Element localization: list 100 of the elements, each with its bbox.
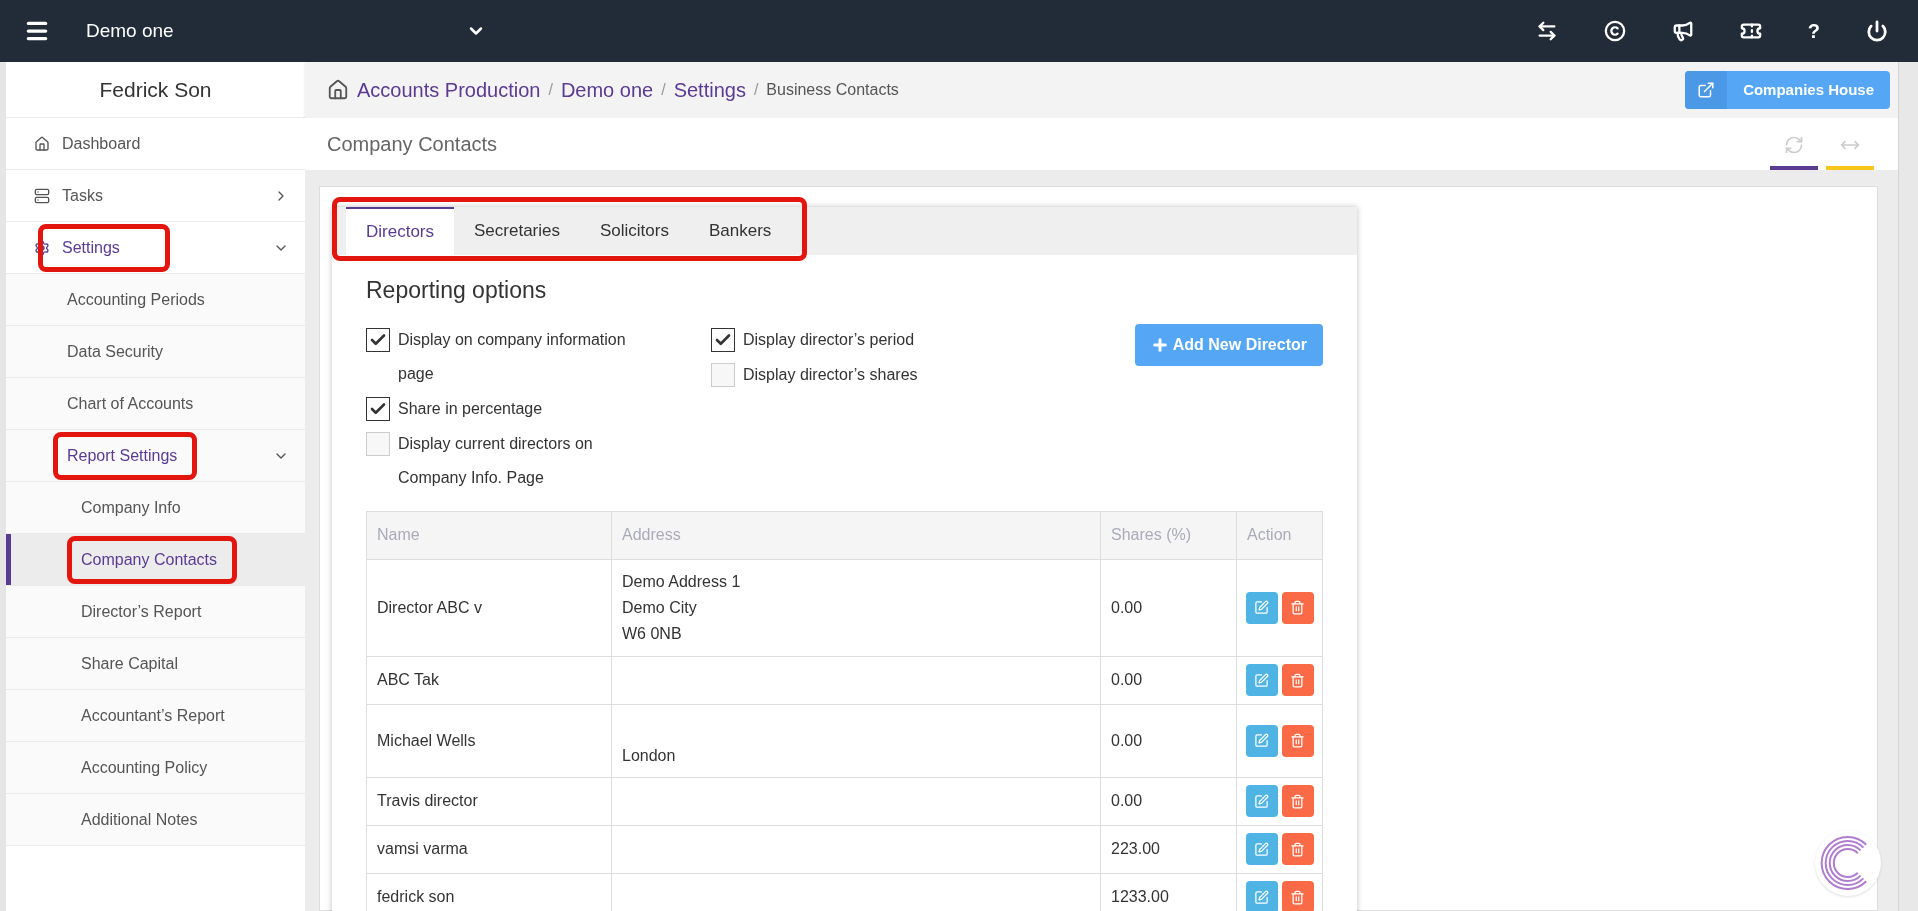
home-icon[interactable]: [327, 79, 349, 101]
home-icon: [34, 135, 50, 152]
breadcrumb-separator: /: [548, 80, 553, 100]
refresh-icon[interactable]: [1784, 135, 1804, 155]
trash-icon: [1290, 672, 1305, 688]
sidebar-label: Chart of Accounts: [67, 394, 194, 412]
sidebar-item[interactable]: Settings: [6, 222, 305, 274]
sidebar-item[interactable]: Additional Notes: [6, 794, 305, 846]
sidebar-label: Share Capital: [81, 654, 178, 672]
table-cell: fedrick son: [366, 873, 612, 911]
external-link-icon: [1697, 81, 1716, 99]
scrollbar[interactable]: [1898, 62, 1918, 911]
checkbox[interactable]: [711, 327, 735, 352]
gear-icon: [34, 239, 50, 256]
breadcrumb-link[interactable]: Accounts Production: [357, 75, 541, 105]
plus-icon: [1150, 335, 1169, 354]
sidebar-item[interactable]: Data Security: [6, 326, 305, 378]
sidebar-label: Company Info: [81, 498, 181, 516]
edit-icon: [1254, 672, 1269, 688]
breadcrumb-separator: /: [661, 80, 666, 100]
table-cell: ABC Tak: [366, 656, 612, 704]
table-cell: 0.00: [1100, 704, 1237, 777]
option-label: Share in percentage: [398, 398, 543, 419]
sidebar-label: Additional Notes: [81, 810, 198, 828]
table-cell: Travis director: [366, 777, 612, 825]
sidebar-item[interactable]: Company Contacts: [6, 534, 305, 586]
company-dropdown[interactable]: Demo one: [86, 16, 486, 46]
sidebar-label: Report Settings: [67, 446, 178, 464]
server-icon: [34, 187, 50, 204]
trash-icon: [1290, 841, 1305, 857]
sidebar-item[interactable]: Share Capital: [6, 638, 305, 690]
edit-button[interactable]: [1245, 785, 1278, 817]
sidebar-label: Data Security: [67, 342, 164, 360]
ticket-icon[interactable]: [1739, 20, 1762, 42]
edit-icon: [1254, 889, 1269, 905]
column-header: Name: [366, 511, 612, 559]
tab[interactable]: Directors: [346, 207, 454, 255]
sidebar-label: Accountant’s Report: [81, 706, 225, 724]
table-cell: 0.00: [1100, 656, 1237, 704]
sidebar-label: Director’s Report: [81, 602, 202, 620]
megaphone-icon[interactable]: [1671, 20, 1694, 42]
table-cell: 223.00: [1100, 825, 1237, 873]
option-label: Display director’s period: [743, 329, 915, 350]
table-cell: 0.00: [1100, 559, 1237, 656]
breadcrumb-link[interactable]: Settings: [673, 75, 746, 105]
page-title: Company Contacts: [327, 132, 498, 157]
delete-button[interactable]: [1281, 881, 1314, 911]
edit-icon: [1254, 793, 1269, 809]
edit-button[interactable]: [1245, 881, 1278, 911]
sidebar-label: Settings: [62, 238, 120, 256]
edit-button[interactable]: [1245, 724, 1278, 757]
trash-icon: [1290, 793, 1305, 809]
edit-icon: [1254, 841, 1269, 857]
trash-icon: [1290, 733, 1305, 748]
breadcrumb-link[interactable]: Demo one: [560, 75, 654, 105]
edit-button[interactable]: [1245, 664, 1278, 696]
table-cell: vamsi varma: [366, 825, 612, 873]
option-label: Display current directors on Company Info. Page: [398, 433, 594, 488]
active-indicator: [6, 534, 11, 585]
copyright-icon[interactable]: [1603, 20, 1626, 42]
sidebar-label: Company Contacts: [81, 550, 218, 568]
sidebar-label: Dashboard: [62, 134, 141, 152]
table-cell: 0.00: [1100, 777, 1237, 825]
column-header: Action: [1236, 511, 1323, 559]
help-button[interactable]: ?: [1807, 16, 1820, 46]
sidebar-label: Tasks: [62, 186, 103, 204]
checkbox[interactable]: [366, 327, 390, 352]
delete-button[interactable]: [1281, 724, 1314, 757]
delete-button[interactable]: [1281, 785, 1314, 817]
sidebar-item[interactable]: Accountant’s Report: [6, 690, 305, 742]
sidebar-item[interactable]: Report Settings: [6, 430, 305, 482]
delete-button[interactable]: [1281, 664, 1314, 696]
sidebar-label: Accounting Policy: [81, 758, 208, 776]
power-icon[interactable]: [1866, 20, 1888, 42]
option-label: Display director’s shares: [743, 364, 918, 385]
delete-button[interactable]: [1281, 591, 1314, 624]
sidebar-item[interactable]: Accounting Periods: [6, 274, 305, 326]
breadcrumb-separator: /: [753, 80, 759, 100]
edit-button[interactable]: [1245, 591, 1278, 624]
checkbox[interactable]: [366, 396, 390, 421]
breadcrumb-current: Business Contacts: [766, 80, 899, 100]
trash-icon: [1290, 600, 1305, 615]
tab[interactable]: Secretaries: [454, 207, 580, 255]
option-label: Display on company information page: [398, 329, 627, 384]
address-text: London: [622, 745, 677, 766]
sidebar-item[interactable]: Chart of Accounts: [6, 378, 305, 430]
sidebar-item[interactable]: Company Info: [6, 482, 305, 534]
section-title: Reporting options: [366, 276, 548, 305]
edit-button[interactable]: [1245, 833, 1278, 865]
tab[interactable]: Bankers: [688, 207, 792, 255]
swap-arrows-icon[interactable]: [1535, 20, 1558, 42]
column-header: Address: [611, 511, 1101, 559]
tab[interactable]: Solicitors: [580, 207, 689, 255]
sidebar-item[interactable]: Accounting Policy: [6, 742, 305, 794]
column-header: Shares (%): [1100, 511, 1237, 559]
edit-icon: [1254, 600, 1269, 615]
table-cell: Michael Wells: [366, 704, 612, 777]
delete-button[interactable]: [1281, 833, 1314, 865]
sidebar-item[interactable]: Director’s Report: [6, 586, 305, 638]
edit-icon: [1254, 733, 1269, 748]
